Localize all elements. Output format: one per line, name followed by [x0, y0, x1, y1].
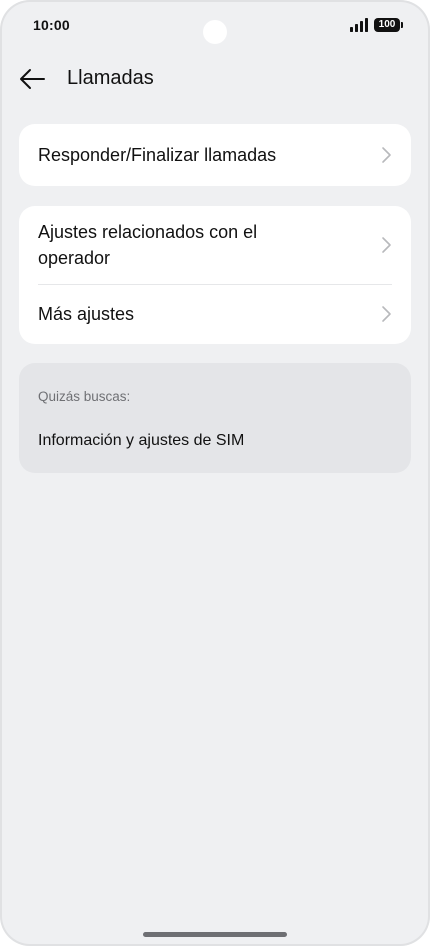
- chevron-right-icon: [382, 147, 391, 163]
- status-bar: 10:00 100: [0, 0, 430, 50]
- chevron-right-icon: [382, 306, 391, 322]
- menu-item-label: Más ajustes: [38, 304, 135, 324]
- settings-card-operator: Ajustes relacionados con el operador Más…: [19, 206, 411, 344]
- signal-icon: [350, 18, 368, 32]
- menu-item-answer-end-calls[interactable]: Responder/Finalizar llamadas: [19, 124, 411, 186]
- settings-card-answer: Responder/Finalizar llamadas: [19, 124, 411, 186]
- suggestions-caption: Quizás buscas:: [38, 389, 131, 404]
- camera-cutout: [203, 20, 227, 44]
- suggestions-card: Quizás buscas: Información y ajustes de …: [19, 363, 411, 473]
- menu-item-label: Ajustes relacionados con el operador: [38, 222, 258, 268]
- battery-icon: 100: [374, 18, 403, 32]
- menu-item-operator-settings[interactable]: Ajustes relacionados con el operador: [19, 206, 411, 284]
- suggestion-sim-settings[interactable]: Información y ajustes de SIM: [38, 432, 244, 450]
- menu-item-more-settings[interactable]: Más ajustes: [19, 285, 411, 343]
- home-indicator[interactable]: [143, 932, 287, 937]
- menu-item-label: Responder/Finalizar llamadas: [38, 145, 277, 165]
- page-title: Llamadas: [67, 67, 154, 89]
- status-time: 10:00: [33, 17, 70, 33]
- back-button[interactable]: [14, 63, 50, 95]
- arrow-left-icon: [20, 69, 45, 89]
- chevron-right-icon: [382, 237, 391, 253]
- phone-screen: 10:00 100 Llamadas Responder/Finalizar l…: [0, 0, 430, 946]
- header: Llamadas: [0, 55, 430, 103]
